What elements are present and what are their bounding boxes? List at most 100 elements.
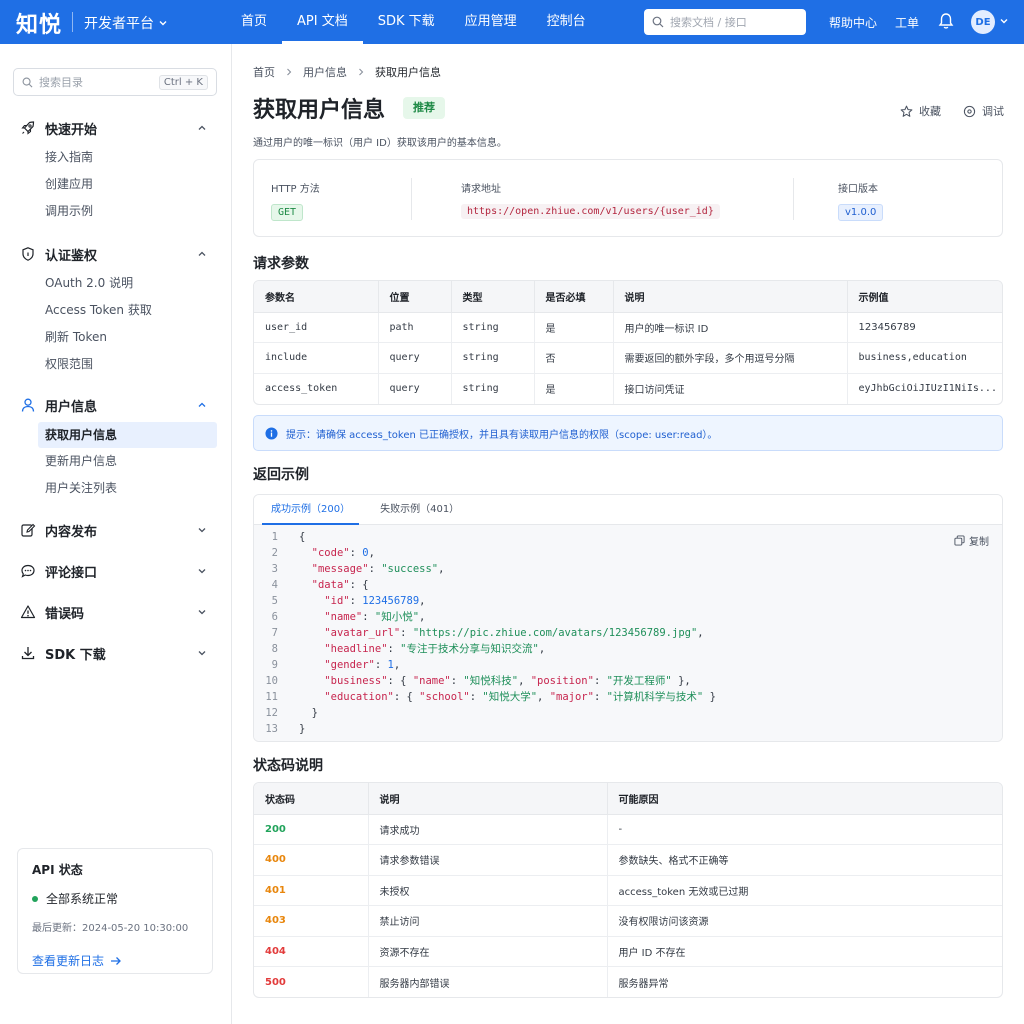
table-row: user_id path string 是 用户的唯一标识 ID 1234567… xyxy=(254,312,1002,343)
code-line: 1{ xyxy=(254,529,1002,545)
code-line: 6 "name": "知小悦", xyxy=(254,609,1002,625)
sidebar-group-quickstart: 快速开始 接入指南 创建应用 调用示例 xyxy=(0,116,232,225)
status-description: 请求参数错误 xyxy=(368,844,608,876)
sidebar: Ctrl + K 快速开始 接入指南 创建应用 调用示例 认证鉴权 OAuth … xyxy=(0,44,232,1024)
params-table: 参数名 位置 类型 是否必填 说明 示例值 user_id path strin… xyxy=(253,280,1003,405)
line-number: 6 xyxy=(271,611,278,623)
param-description: 用户的唯一标识 ID xyxy=(613,312,848,343)
status-code: 403 xyxy=(254,905,369,937)
sidebar-group-header[interactable]: SDK 下载 xyxy=(0,641,232,665)
chevron-up-icon xyxy=(198,402,206,407)
platform-label: 开发者平台 xyxy=(84,16,154,32)
api-info-card: HTTP 方法 GET 请求地址 https://open.zhiue.com/… xyxy=(253,159,1003,237)
api-status-text: 全部系统正常 xyxy=(46,892,119,906)
logo-divider xyxy=(72,12,73,32)
sidebar-item-refresh-token[interactable]: 刷新 Token xyxy=(0,324,232,351)
info-divider xyxy=(793,178,794,220)
chevron-down-icon xyxy=(198,651,206,656)
tab-success-200[interactable]: 成功示例（200） xyxy=(262,495,360,525)
nav-console[interactable]: 控制台 xyxy=(532,0,601,44)
avatar[interactable]: DE xyxy=(971,10,995,34)
param-type: string xyxy=(451,373,535,404)
api-status-state: 全部系统正常 xyxy=(32,890,198,907)
breadcrumb-user-info[interactable]: 用户信息 xyxy=(303,64,347,80)
code-text: "code": 0, xyxy=(311,547,375,559)
sidebar-group-header[interactable]: 内容发布 xyxy=(0,518,232,542)
warning-icon xyxy=(20,604,36,620)
sidebar-group-header[interactable]: 错误码 xyxy=(0,600,232,624)
breadcrumb-home[interactable]: 首页 xyxy=(253,64,275,80)
code-line: 13} xyxy=(254,721,1002,737)
sidebar-item-get-user-info[interactable]: 获取用户信息 xyxy=(38,422,217,448)
bell-icon[interactable] xyxy=(938,12,954,30)
code-text: } xyxy=(299,723,306,735)
tab-fail-401[interactable]: 失败示例（401） xyxy=(371,495,468,525)
copy-button[interactable]: 复制 xyxy=(954,533,989,548)
chevron-down-icon[interactable] xyxy=(999,16,1009,26)
sidebar-item-oauth[interactable]: OAuth 2.0 说明 xyxy=(0,270,232,297)
code-line: 5 "id": 123456789, xyxy=(254,593,1002,609)
line-number: 12 xyxy=(265,707,278,719)
param-description: 需要返回的额外字段，多个用逗号分隔 xyxy=(613,342,848,374)
code-line: 2 "code": 0, xyxy=(254,545,1002,561)
nav-sdk-download[interactable]: SDK 下载 xyxy=(363,0,450,44)
tip-banner: 提示：请确保 access_token 已正确授权，并且具有读取用户信息的权限（… xyxy=(253,415,1003,451)
sidebar-group-header[interactable]: 认证鉴权 xyxy=(0,242,232,266)
star-icon xyxy=(900,105,913,117)
sidebar-item-create-app[interactable]: 创建应用 xyxy=(0,171,232,198)
status-reason: 参数缺失、格式不正确等 xyxy=(607,844,1002,876)
table-row: 403 禁止访问 没有权限访问该资源 xyxy=(254,905,1002,937)
sidebar-group-title: 错误码 xyxy=(45,606,85,622)
debug-button[interactable]: 调试 xyxy=(963,103,1004,119)
sidebar-group-header[interactable]: 快速开始 xyxy=(0,116,232,140)
sidebar-item-integration-guide[interactable]: 接入指南 xyxy=(0,144,232,171)
status-code: 404 xyxy=(254,936,369,967)
nav-api-docs[interactable]: API 文档 xyxy=(282,0,363,44)
sidebar-group-header[interactable]: 评论接口 xyxy=(0,559,232,583)
column-header: 是否必填 xyxy=(534,281,614,313)
changelog-link[interactable]: 查看更新日志 xyxy=(32,952,198,969)
nav-home[interactable]: 首页 xyxy=(226,0,282,44)
favorite-button[interactable]: 收藏 xyxy=(900,103,941,119)
request-url-value[interactable]: https://open.zhiue.com/v1/users/{user_id… xyxy=(461,204,720,219)
chevron-right-icon xyxy=(287,68,292,76)
chevron-down-icon xyxy=(159,21,167,26)
param-example: eyJhbGciOiJIUzI1NiIs... xyxy=(858,383,997,394)
platform-switcher[interactable]: 开发者平台 xyxy=(84,13,168,33)
sidebar-item-update-user-info[interactable]: 更新用户信息 xyxy=(0,448,232,475)
line-number: 2 xyxy=(271,547,278,559)
search-icon xyxy=(22,77,33,87)
code-text: "avatar_url": "https://pic.zhiue.com/ava… xyxy=(324,627,704,639)
top-search-input[interactable] xyxy=(670,15,790,29)
help-center-link[interactable]: 帮助中心 xyxy=(829,14,877,31)
logo[interactable]: 知悦 xyxy=(16,7,62,39)
sidebar-item-follow-list[interactable]: 用户关注列表 xyxy=(0,475,232,502)
sidebar-item-call-example[interactable]: 调用示例 xyxy=(0,198,232,225)
request-url-label: 请求地址 xyxy=(461,184,501,195)
top-search-box[interactable] xyxy=(644,9,806,35)
chevron-up-icon xyxy=(198,125,206,130)
code-block: 复制 1{2 "code": 0, 3 "message": "success",… xyxy=(254,525,1002,741)
sidebar-group-content-publish: 内容发布 xyxy=(0,518,232,542)
status-code: 500 xyxy=(254,966,369,997)
sidebar-item-access-token[interactable]: Access Token 获取 xyxy=(0,297,232,324)
code-text: "message": "success", xyxy=(311,563,445,575)
sidebar-search-input[interactable] xyxy=(39,75,149,89)
sidebar-item-scope[interactable]: 权限范围 xyxy=(0,351,232,378)
copy-icon xyxy=(954,535,965,546)
api-description: 通过用户的唯一标识（用户 ID）获取该用户的基本信息。 xyxy=(253,138,507,149)
http-method-badge: GET xyxy=(271,204,304,221)
code-line: 4 "data": { xyxy=(254,577,1002,593)
sidebar-group-title: SDK 下载 xyxy=(45,647,106,663)
code-text: "headline": "专注于技术分享与知识交流", xyxy=(324,643,546,655)
nav-app-management[interactable]: 应用管理 xyxy=(450,0,532,44)
sidebar-group-auth: 认证鉴权 OAuth 2.0 说明 Access Token 获取 刷新 Tok… xyxy=(0,242,232,378)
rocket-icon xyxy=(20,120,36,136)
sidebar-search-box[interactable]: Ctrl + K xyxy=(13,68,217,96)
status-reason: - xyxy=(607,814,1002,845)
sidebar-group-header[interactable]: 用户信息 xyxy=(0,393,232,417)
column-header: 说明 xyxy=(368,783,608,815)
ticket-link[interactable]: 工单 xyxy=(895,14,919,31)
param-example: 123456789 xyxy=(847,312,1002,343)
user-icon xyxy=(20,397,36,413)
